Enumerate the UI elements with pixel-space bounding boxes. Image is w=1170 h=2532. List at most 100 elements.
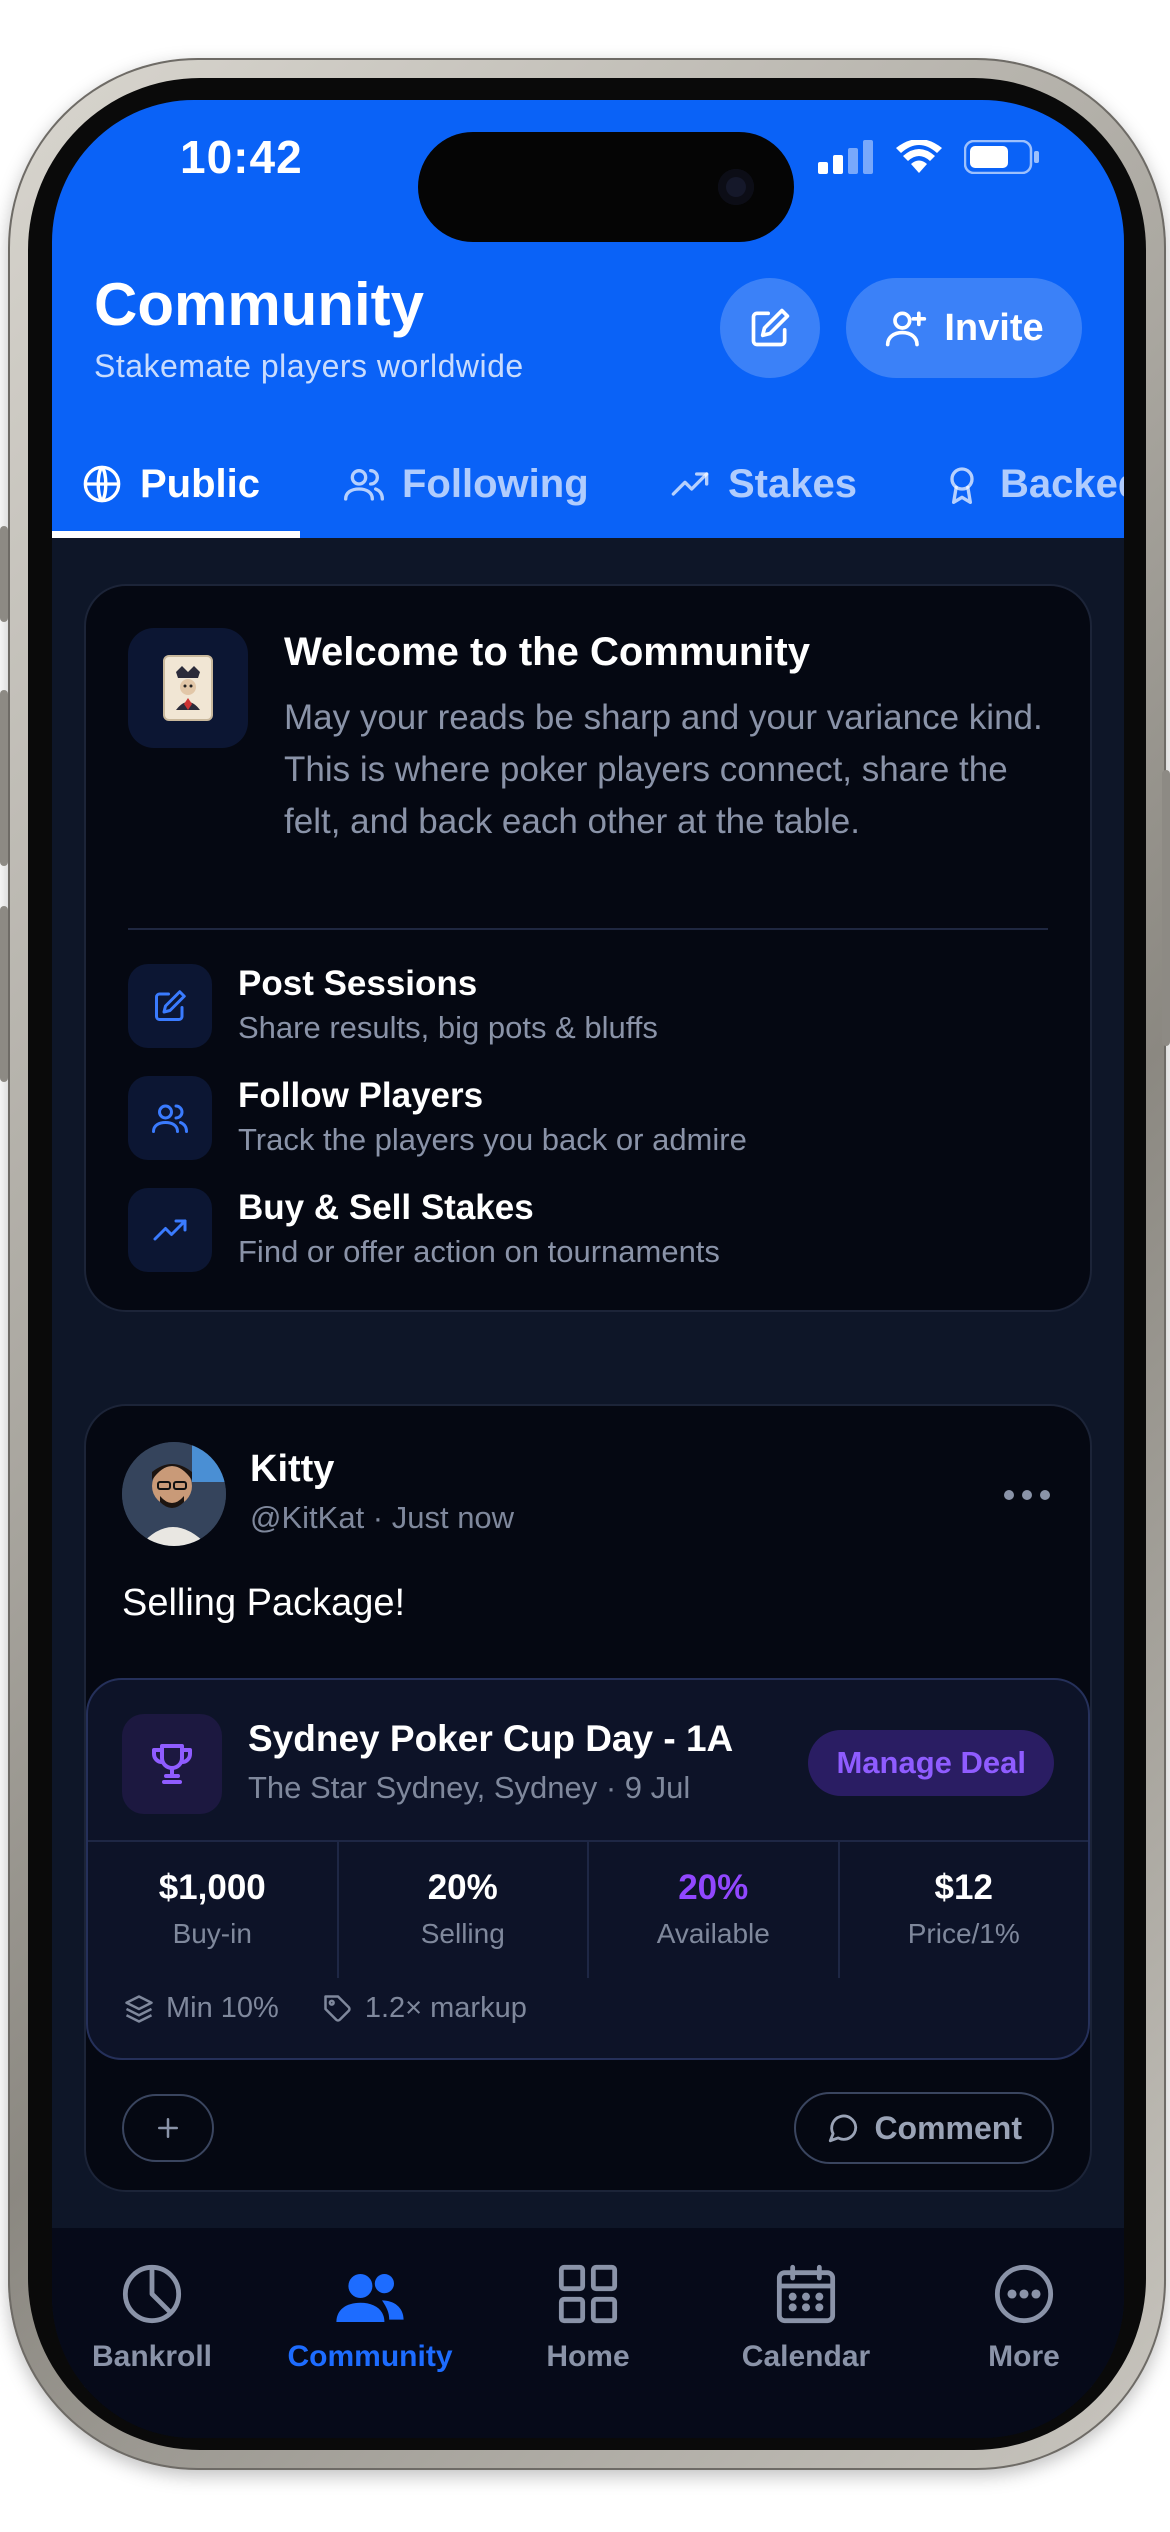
pie-chart-icon	[120, 2248, 184, 2326]
dynamic-island	[418, 132, 794, 242]
stat-value: $1,000	[158, 1868, 266, 1907]
invite-label: Invite	[944, 306, 1044, 349]
comment-button[interactable]: Comment	[794, 2092, 1054, 2164]
welcome-card: Welcome to the Community May your reads …	[84, 584, 1092, 1312]
battery-icon	[964, 140, 1039, 174]
manage-deal-button[interactable]: Manage Deal	[808, 1730, 1054, 1796]
power-button	[1162, 770, 1170, 1046]
feature-follow-players: Follow Players Track the players you bac…	[128, 1076, 1048, 1166]
author-meta: @KitKat · Just now	[250, 1500, 515, 1535]
stat-available: 20% Available	[589, 1842, 840, 1978]
tabbar-bankroll[interactable]: Bankroll	[52, 2228, 252, 2374]
feature-title: Follow Players	[238, 1076, 484, 1115]
feature-desc: Track the players you back or admire	[238, 1122, 747, 1157]
post-card: Kitty @KitKat · Just now Selling Package…	[84, 1404, 1092, 2192]
deal-stats: $1,000 Buy-in 20% Selling 20% Available …	[88, 1842, 1088, 1978]
tabbar-label: Home	[546, 2340, 630, 2373]
feature-buy-sell-stakes: Buy & Sell Stakes Find or offer action o…	[128, 1188, 1048, 1278]
award-icon	[950, 467, 974, 504]
comment-icon	[829, 2114, 858, 2143]
volume-down-button	[0, 906, 8, 1082]
markup: 1.2× markup	[364, 1992, 527, 2024]
divider	[128, 928, 1048, 930]
header: 10:42 Community Stakemate players worldw…	[52, 100, 1124, 538]
deal-terms: Min 10% 1.2× markup	[124, 1992, 527, 2025]
status-icons	[818, 140, 1040, 174]
users-icon	[128, 1076, 212, 1160]
tabbar-more[interactable]: More	[924, 2228, 1124, 2374]
globe-icon	[83, 465, 121, 503]
tabbar-label: More	[988, 2340, 1060, 2373]
avatar[interactable]	[122, 1442, 226, 1546]
edit-icon	[128, 964, 212, 1048]
tab-label: Stakes	[728, 461, 857, 506]
trophy-icon	[122, 1714, 222, 1814]
camera-icon	[718, 169, 754, 205]
react-button[interactable]	[122, 2094, 214, 2162]
more-icon[interactable]	[1004, 1490, 1050, 1500]
tabbar-calendar[interactable]: Calendar	[706, 2228, 906, 2374]
author-name[interactable]: Kitty	[250, 1448, 334, 1491]
stat-label: Price/1%	[907, 1918, 1020, 1949]
jack-card-icon	[128, 628, 248, 748]
bottom-tab-bar: Bankroll Community Home Calendar More	[52, 2228, 1124, 2438]
tab-stakes[interactable]: Stakes	[670, 430, 857, 538]
app-screen: 10:42 Community Stakemate players worldw…	[52, 100, 1124, 2438]
stat-buy-in: $1,000 Buy-in	[88, 1842, 339, 1978]
tabbar-label: Calendar	[741, 2340, 871, 2373]
tab-backed[interactable]: Backed	[942, 430, 1124, 538]
trending-up-icon	[128, 1188, 212, 1272]
active-tab-indicator	[52, 531, 300, 538]
feature-desc: Find or offer action on tournaments	[238, 1234, 720, 1269]
volume-up-button	[0, 690, 8, 866]
stat-label: Buy-in	[172, 1918, 252, 1949]
new-post-button[interactable]	[720, 278, 820, 378]
feature-post-sessions: Post Sessions Share results, big pots & …	[128, 964, 1048, 1054]
more-icon	[992, 2248, 1056, 2326]
grid-icon	[556, 2248, 620, 2326]
wifi-icon	[896, 140, 942, 173]
tab-public[interactable]: Public	[82, 430, 260, 538]
feed-tabs: Public Following Stakes Backed	[52, 430, 1124, 538]
feature-title: Buy & Sell Stakes	[238, 1188, 534, 1227]
stat-value: $12	[934, 1868, 993, 1907]
tab-label: Backed	[1000, 461, 1124, 506]
page-title: Community	[94, 271, 424, 338]
signal-icon	[818, 140, 873, 174]
post-text: Selling Package!	[122, 1582, 406, 1624]
edit-icon	[751, 308, 790, 347]
stat-price: $12 Price/1%	[840, 1842, 1089, 1978]
feature-title: Post Sessions	[238, 964, 478, 1003]
stat-label: Available	[656, 1918, 770, 1949]
tab-following[interactable]: Following	[344, 430, 589, 538]
stat-label: Selling	[420, 1918, 505, 1949]
welcome-body: May your reads be sharp and your varianc…	[284, 698, 1043, 841]
plus-icon	[158, 2118, 178, 2138]
welcome-title: Welcome to the Community	[284, 630, 810, 674]
stat-value: 20%	[427, 1868, 498, 1907]
trending-up-icon	[671, 472, 709, 496]
min-stake: Min 10%	[166, 1992, 279, 2024]
comment-label: Comment	[874, 2109, 1022, 2146]
tabbar-home[interactable]: Home	[488, 2228, 688, 2374]
action-button	[0, 526, 8, 622]
tournament-venue: The Star Sydney, Sydney · 9 Jul	[248, 1770, 691, 1805]
tabbar-community[interactable]: Community	[270, 2228, 470, 2374]
invite-button[interactable]: Invite	[846, 278, 1082, 378]
layers-icon	[125, 1994, 153, 2023]
tournament-title: Sydney Poker Cup Day - 1A	[248, 1718, 734, 1759]
users-icon	[344, 469, 384, 501]
stat-selling: 20% Selling	[339, 1842, 589, 1978]
tabbar-label: Bankroll	[91, 2340, 213, 2373]
feature-desc: Share results, big pots & bluffs	[238, 1010, 658, 1045]
tag-icon	[324, 1994, 351, 2022]
users-icon	[334, 2248, 406, 2326]
calendar-icon	[774, 2248, 838, 2326]
stake-deal-card[interactable]: Sydney Poker Cup Day - 1A The Star Sydne…	[86, 1678, 1090, 2060]
tabbar-label: Community	[287, 2340, 453, 2373]
tab-label: Public	[140, 461, 261, 506]
tab-label: Following	[402, 461, 589, 506]
add-user-icon	[886, 311, 927, 347]
stat-value: 20%	[678, 1868, 749, 1907]
page-subtitle: Stakemate players worldwide	[94, 348, 524, 384]
